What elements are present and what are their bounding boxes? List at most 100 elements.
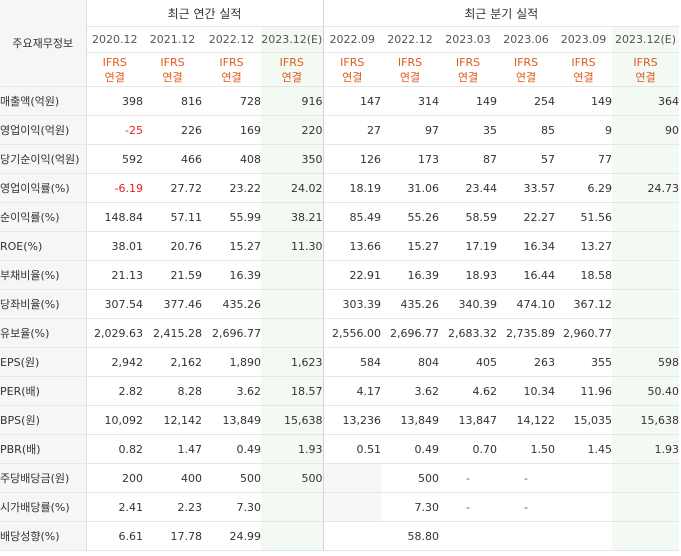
value-cell: 33.57 (497, 173, 555, 203)
value-cell (261, 318, 323, 348)
value-cell: 3.62 (381, 376, 439, 406)
value-cell (612, 202, 680, 232)
value-cell: 90 (612, 115, 680, 145)
value-cell: 2.41 (86, 492, 143, 522)
value-cell: 2,960.77 (555, 318, 612, 348)
standard-label: IFRS 연결 (322, 52, 381, 87)
value-cell: 97 (381, 115, 439, 145)
value-cell: 592 (86, 144, 143, 174)
value-cell: 24.73 (612, 173, 680, 203)
value-cell: 6.61 (86, 521, 143, 551)
value-cell: 916 (261, 86, 323, 116)
row-label: 당좌비율(%) (0, 289, 87, 319)
table-row: ROE(%) 38.01 20.76 15.27 11.30 13.66 15.27 17.1… (0, 231, 680, 261)
row-label: ROE(%) (0, 231, 87, 261)
value-cell: 22.27 (497, 202, 555, 232)
row-label: 유보율(%) (0, 318, 87, 348)
value-cell: 350 (261, 144, 323, 174)
value-cell (555, 492, 612, 522)
value-cell: 2,683.32 (439, 318, 497, 348)
standard-label: IFRS 연결 (86, 52, 143, 87)
value-cell: 7.30 (202, 492, 261, 522)
value-cell: 303.39 (322, 289, 381, 319)
standard-consolidated: 연결 (342, 70, 363, 84)
value-cell: 14,122 (497, 405, 555, 435)
value-cell: 11.30 (261, 231, 323, 261)
row-label: 순이익률(%) (0, 202, 87, 232)
value-cell: 17.78 (143, 521, 202, 551)
value-cell: 2,942 (86, 347, 143, 377)
value-cell: 377.46 (143, 289, 202, 319)
value-cell: 9 (555, 115, 612, 145)
value-cell: 87 (439, 144, 497, 174)
value-cell: 57 (497, 144, 555, 174)
value-cell (612, 260, 680, 290)
table-row: 영업이익(억원) -25 226 169 220 27 97 35 85 9 90 (0, 115, 680, 145)
value-cell: 58.80 (381, 521, 439, 551)
row-label: EPS(원) (0, 347, 87, 377)
standard-ifrs: IFRS (102, 55, 127, 69)
value-cell: 17.19 (439, 231, 497, 261)
value-cell: 4.62 (439, 376, 497, 406)
table-row: PER(배) 2.82 8.28 3.62 18.57 4.17 3.62 4.62 10.34… (0, 376, 680, 406)
value-cell: 38.21 (261, 202, 323, 232)
value-cell: 8.28 (143, 376, 202, 406)
standard-label: IFRS 연결 (612, 52, 680, 87)
value-cell: 169 (202, 115, 261, 145)
table-body: 매출액(억원) 398 816 728 916 147 314 149 254 149 364 영업이… (0, 86, 680, 551)
period-1: 2021.12 (143, 26, 202, 53)
standard-consolidated: 연결 (281, 70, 302, 84)
value-cell: 85 (497, 115, 555, 145)
value-cell: 147 (322, 86, 381, 116)
value-cell: 2,696.77 (381, 318, 439, 348)
value-cell: 4.17 (322, 376, 381, 406)
value-cell: 13,847 (439, 405, 497, 435)
value-cell: 15,035 (555, 405, 612, 435)
standard-ifrs: IFRS (455, 55, 481, 69)
table-row: 배당성향(%) 6.61 17.78 24.99 58.80 (0, 521, 680, 551)
value-cell: 149 (439, 86, 497, 116)
standard-consolidated: 연결 (573, 70, 594, 84)
value-cell: 2,162 (143, 347, 202, 377)
standard-consolidated: 연결 (635, 70, 656, 84)
value-cell (497, 521, 555, 551)
value-cell: 18.93 (439, 260, 497, 290)
value-cell (322, 521, 381, 551)
value-cell: 27.72 (143, 173, 202, 203)
value-cell (555, 463, 612, 493)
row-label: 배당성향(%) (0, 521, 87, 551)
value-cell: 1.45 (555, 434, 612, 464)
value-cell: 466 (143, 144, 202, 174)
table-row: 영업이익률(%) -6.19 27.72 23.22 24.02 18.19 31.06 23… (0, 173, 680, 203)
period-2: 2022.12 (202, 26, 261, 53)
value-cell: 15,638 (261, 405, 323, 435)
value-cell: 23.22 (202, 173, 261, 203)
value-cell: - (439, 492, 497, 522)
table-row: 시가배당률(%) 2.41 2.23 7.30 7.30- - (0, 492, 680, 522)
value-cell: 57.11 (143, 202, 202, 232)
value-cell: 13,236 (322, 405, 381, 435)
standard-ifrs: IFRS (219, 55, 244, 69)
period-date-row: 2020.12 2021.12 2022.12 2023.12(E) 2022.09 20… (0, 26, 680, 53)
value-cell: 355 (555, 347, 612, 377)
value-cell: 51.56 (555, 202, 612, 232)
value-cell: 21.59 (143, 260, 202, 290)
standard-label: IFRS 연결 (439, 52, 497, 87)
period-7: 2023.06 (497, 26, 555, 53)
value-cell (612, 521, 680, 551)
value-cell: 12,142 (143, 405, 202, 435)
value-cell (612, 231, 680, 261)
value-cell: 314 (381, 86, 439, 116)
standard-consolidated: 연결 (221, 70, 242, 84)
row-label-header: 주요재무정보 (0, 0, 87, 87)
value-cell: 149 (555, 86, 612, 116)
value-cell: 340.39 (439, 289, 497, 319)
standard-consolidated: 연결 (399, 70, 421, 84)
value-cell: 254 (497, 86, 555, 116)
accounting-standard-row: IFRS 연결 IFRS 연결 IFRS 연결 IFRS 연결 IFRS 연결 IFRS 연결 IFRS… (0, 52, 680, 87)
value-cell: 85.49 (322, 202, 381, 232)
value-cell: 307.54 (86, 289, 143, 319)
row-label: PER(배) (0, 376, 87, 406)
value-cell: 3.62 (202, 376, 261, 406)
value-cell: -25 (86, 115, 143, 145)
